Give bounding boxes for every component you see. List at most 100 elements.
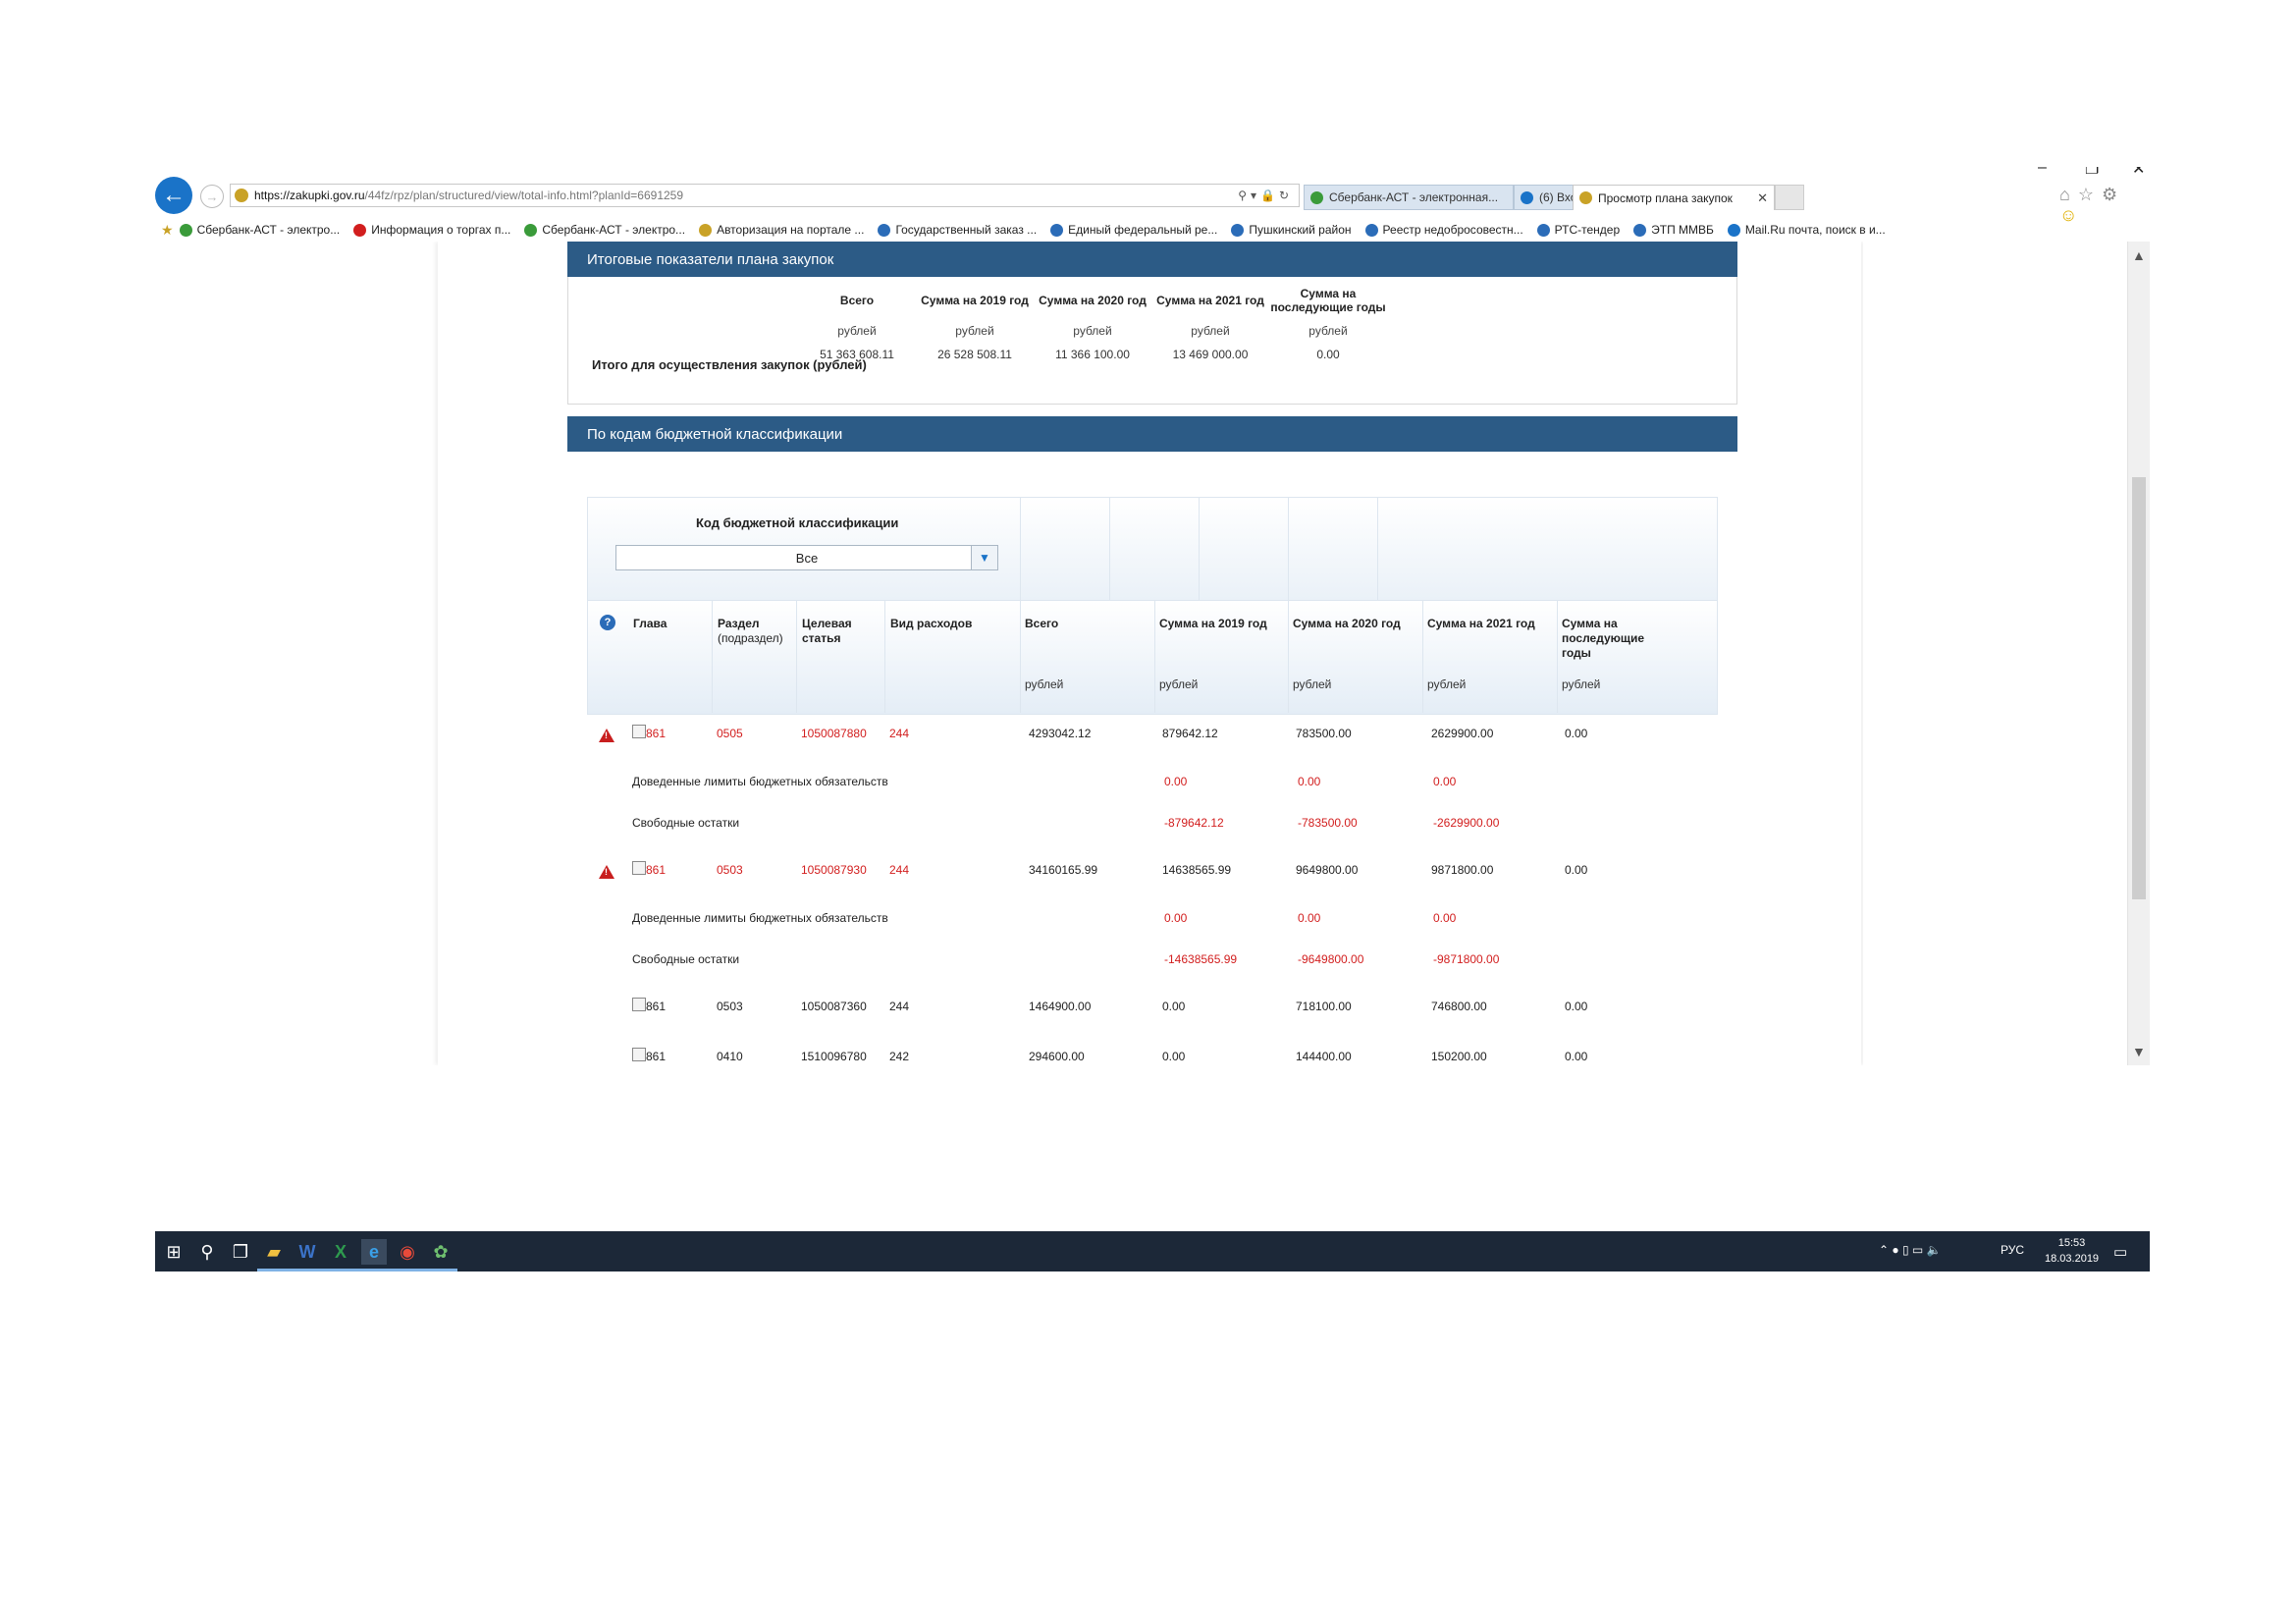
summary-unit: рублей: [837, 324, 877, 338]
free-y2020: -9649800.00: [1298, 952, 1364, 966]
row-checkbox[interactable]: [632, 998, 646, 1011]
kbk-select-value: Все: [795, 550, 819, 566]
col-total: Всего: [1025, 617, 1059, 630]
chrome-icon[interactable]: ◉: [395, 1239, 420, 1265]
favorite-site-icon: [353, 223, 367, 237]
search-icon[interactable]: ⚲: [194, 1239, 220, 1265]
chevron-down-icon[interactable]: ▼: [971, 546, 997, 569]
vertical-scrollbar[interactable]: ▲ ▼: [2127, 242, 2150, 1065]
favorite-link[interactable]: Реестр недобросовестн...: [1364, 223, 1523, 237]
excel-icon[interactable]: X: [328, 1239, 353, 1265]
kbk-select[interactable]: Все ▼: [615, 545, 998, 570]
col-glava: Глава: [633, 617, 667, 630]
scroll-down-icon[interactable]: ▼: [2132, 1044, 2146, 1059]
site-emblem-icon: [235, 189, 248, 202]
scroll-up-icon[interactable]: ▲: [2132, 247, 2146, 263]
col-2019: Сумма на 2019 год: [1159, 617, 1267, 630]
tray-icons[interactable]: ⌃ ● ▯ ▭ 🔈: [1879, 1243, 1942, 1257]
tab-sberbank[interactable]: Сбербанк-АСТ - электронная...: [1304, 185, 1514, 210]
favorite-site-icon: [1727, 223, 1740, 237]
internet-explorer-icon[interactable]: e: [361, 1239, 387, 1265]
favorite-site-icon: [1231, 223, 1245, 237]
summary-value: 26 528 508.11: [937, 348, 1012, 361]
table-row: ! 861 0505 1050087880 244 4293042.12 879642.12…: [587, 725, 1718, 746]
kbk-filter-label: Код бюджетной классификации: [696, 515, 899, 530]
favorite-link[interactable]: РТС-тендер: [1536, 223, 1620, 237]
cell-total: 34160165.99: [1029, 863, 1098, 877]
add-favorite-icon[interactable]: ★: [161, 222, 174, 239]
cell-y2019: 0.00: [1162, 1000, 1186, 1013]
budget-panel: Код бюджетной классификации Все ▼ ? Глав…: [567, 452, 1737, 1065]
favorites-star-icon[interactable]: ☆: [2078, 185, 2102, 204]
cell-vid: 244: [889, 863, 910, 877]
col-razdel: Раздел (подраздел): [718, 617, 783, 645]
summary-value: 13 469 000.00: [1172, 348, 1249, 361]
forward-arrow-icon: →: [205, 189, 219, 204]
restore-button[interactable]: ❐: [2085, 167, 2099, 179]
favorite-link[interactable]: Государственный заказ ...: [878, 223, 1037, 237]
free-balance-row: Свободные остатки -879642.12 -783500.00 -26…: [587, 816, 1718, 836]
favorite-site-icon: [878, 223, 891, 237]
minimize-button[interactable]: –: [2038, 167, 2047, 177]
summary-header: Сумма на 2021 год: [1156, 294, 1264, 307]
favorite-link[interactable]: Информация о торгах п...: [353, 223, 510, 237]
mail-icon: [1521, 190, 1533, 204]
help-icon[interactable]: ?: [600, 615, 615, 630]
browser-window: ← → https://zakupki.gov.ru /44fz/rpz/pla…: [155, 167, 2150, 1271]
favorite-link[interactable]: Авторизация на портале ...: [699, 223, 864, 237]
favorite-link[interactable]: Пушкинский район: [1231, 223, 1352, 237]
clock-date: 18.03.2019: [2045, 1253, 2100, 1265]
cell-y2020: 144400.00: [1296, 1050, 1352, 1063]
file-explorer-icon[interactable]: ▰: [261, 1239, 287, 1265]
warning-icon: !: [599, 729, 614, 742]
close-tab-icon[interactable]: ✕: [1757, 190, 1768, 206]
table-row: 861 0503 1050087360 244 1464900.00 0.00 718100…: [587, 998, 1718, 1019]
table-row: ! 861 0503 1050087930 244 34160165.99 14638565…: [587, 861, 1718, 883]
favorite-label: Информация о торгах п...: [371, 223, 511, 237]
cell-razdel: 0503: [717, 1000, 743, 1013]
summary-column: Всего рублей 51 363 608.11: [794, 285, 920, 361]
row-checkbox[interactable]: [632, 1048, 646, 1061]
row-checkbox[interactable]: [632, 861, 646, 875]
favorite-link[interactable]: Сбербанк-АСТ - электро...: [179, 223, 340, 237]
notifications-icon[interactable]: ▭: [2113, 1243, 2127, 1261]
free-balance-row: Свободные остатки -14638565.99 -9649800.00…: [587, 952, 1718, 972]
app-icon[interactable]: ✿: [428, 1239, 454, 1265]
budget-section-header: По кодам бюджетной классификации: [567, 416, 1737, 452]
language-indicator[interactable]: РУС: [2001, 1243, 2024, 1257]
word-icon[interactable]: W: [294, 1239, 320, 1265]
site-emblem-icon: [1579, 191, 1592, 204]
unit-label: рублей: [1159, 677, 1199, 691]
windows-start-icon[interactable]: ⊞: [161, 1239, 187, 1265]
address-bar[interactable]: https://zakupki.gov.ru /44fz/rpz/plan/st…: [230, 184, 1300, 207]
new-tab-button[interactable]: [1775, 185, 1804, 210]
summary-section-header: Итоговые показатели плана закупок: [567, 242, 1737, 277]
favorite-label: Mail.Ru почта, поиск в и...: [1744, 223, 1886, 237]
limits-row: Доведенные лимиты бюджетных обязательств…: [587, 911, 1718, 931]
tab-plan[interactable]: Просмотр плана закупок ✕: [1573, 185, 1775, 210]
back-button[interactable]: ←: [155, 177, 192, 214]
close-window-button[interactable]: ✕: [2132, 167, 2145, 179]
col-vid: Вид расходов: [890, 617, 973, 630]
row-checkbox[interactable]: [632, 725, 646, 738]
favorite-site-icon: [1364, 223, 1378, 237]
scrollbar-thumb[interactable]: [2132, 477, 2146, 899]
limits-label: Доведенные лимиты бюджетных обязательств: [632, 911, 888, 925]
free-balance-label: Свободные остатки: [632, 952, 740, 966]
clock[interactable]: 15:53 18.03.2019: [2045, 1235, 2099, 1267]
settings-gear-icon[interactable]: ⚙: [2102, 185, 2125, 204]
home-icon[interactable]: ⌂: [2059, 185, 2078, 204]
favorite-link[interactable]: ЭТП ММВБ: [1633, 223, 1714, 237]
unit-label: рублей: [1293, 677, 1332, 691]
favorite-link[interactable]: Единый федеральный ре...: [1050, 223, 1217, 237]
task-view-icon[interactable]: ❐: [228, 1239, 253, 1265]
sberbank-icon: [1310, 190, 1323, 204]
favorite-link[interactable]: Mail.Ru почта, поиск в и...: [1727, 223, 1886, 237]
favorite-label: Авторизация на портале ...: [717, 223, 865, 237]
favorite-link[interactable]: Сбербанк-АСТ - электро...: [524, 223, 685, 237]
forward-button[interactable]: →: [200, 185, 224, 208]
cell-glava: 861: [646, 1000, 667, 1013]
search-lock-refresh-icons[interactable]: ⚲▾🔒↻: [1238, 189, 1293, 202]
budget-table-header: ? Глава Раздел (подраздел) Целевая статья…: [587, 601, 1718, 715]
cell-total: 1464900.00: [1029, 1000, 1092, 1013]
